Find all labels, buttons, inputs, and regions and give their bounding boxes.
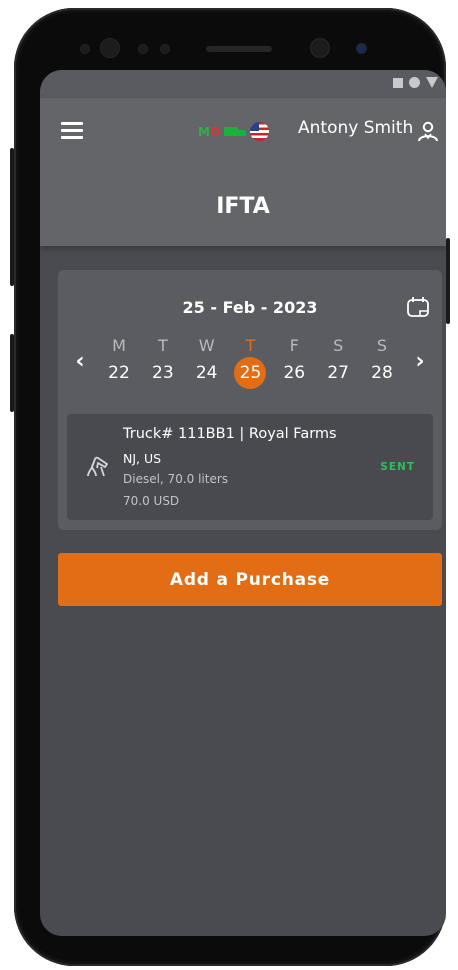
sensor-dot	[138, 44, 148, 54]
day-letter: T	[157, 336, 168, 355]
week-days: M 22 T 23 W 24 T 25 F 26 S 27 S 28	[103, 336, 398, 389]
day-number: 26	[283, 363, 306, 383]
day-letter: S	[376, 336, 388, 355]
day-number: 25	[234, 357, 267, 389]
phone-side-button-lower	[10, 334, 14, 412]
app-header: MD Antony Smith IFTA	[40, 98, 446, 246]
calendar-icon[interactable]	[406, 296, 430, 318]
front-camera	[100, 38, 120, 58]
phone-frame: MD Antony Smith IFTA 25 - Feb - 2023 ‹ ›	[10, 8, 450, 966]
status-badge: SENT	[380, 461, 415, 473]
phone-power-button	[446, 238, 450, 324]
day-mon[interactable]: M 22	[103, 336, 135, 389]
user-profile-icon[interactable]	[416, 120, 440, 144]
day-letter: W	[198, 336, 215, 355]
us-flag-icon	[249, 122, 269, 141]
day-sun[interactable]: S 28	[366, 336, 398, 389]
app-screen: MD Antony Smith IFTA 25 - Feb - 2023 ‹ ›	[40, 70, 446, 936]
day-letter: S	[333, 336, 344, 355]
day-tue[interactable]: T 23	[147, 336, 179, 389]
add-purchase-button[interactable]: Add a Purchase	[58, 553, 442, 606]
phone-earpiece-bar	[14, 32, 446, 68]
day-letter: T	[245, 336, 256, 355]
page-title: IFTA	[216, 194, 270, 219]
chevron-right-icon[interactable]: ›	[410, 350, 430, 374]
day-fri[interactable]: F 26	[278, 336, 310, 389]
sensor-dot	[160, 44, 170, 54]
selected-date-title: 25 - Feb - 2023	[182, 298, 318, 317]
phone-side-button-upper	[10, 148, 14, 286]
stop-square-icon	[393, 77, 403, 88]
day-thu-selected[interactable]: T 25	[234, 336, 267, 389]
truck-icon	[223, 126, 246, 138]
entry-title: Truck# 111BB1 | Royal Farms	[123, 426, 337, 442]
purchase-entry[interactable]: Truck# 111BB1 | Royal Farms NJ, US Diese…	[67, 414, 433, 520]
day-number: 22	[108, 363, 130, 383]
status-badges: MD	[198, 122, 269, 141]
iris-scanner	[310, 38, 330, 58]
day-wed[interactable]: W 24	[191, 336, 223, 389]
earpiece-speaker	[206, 46, 272, 52]
fuel-nozzle-icon	[87, 456, 108, 477]
sensor-dot	[356, 43, 367, 54]
menu-icon[interactable]	[61, 122, 83, 140]
status-bar	[40, 70, 446, 98]
md-badge: MD	[198, 124, 220, 139]
entry-fuel: Diesel, 70.0 liters	[123, 472, 229, 486]
signal-triangle-icon	[426, 77, 438, 88]
record-circle-icon	[409, 77, 420, 88]
user-name: Antony Smith	[298, 118, 414, 138]
day-sat[interactable]: S 27	[322, 336, 354, 389]
day-number: 27	[327, 363, 349, 383]
day-number: 23	[152, 363, 174, 383]
calendar-card: 25 - Feb - 2023 ‹ › M 22 T 23 W 24 T 25 …	[58, 270, 442, 530]
entry-location: NJ, US	[123, 451, 162, 466]
status-icons	[393, 77, 438, 88]
day-number: 24	[195, 363, 218, 383]
sensor-dot	[80, 44, 90, 54]
chevron-left-icon[interactable]: ‹	[70, 350, 90, 374]
entry-amount: 70.0 USD	[123, 494, 180, 508]
day-letter: M	[112, 336, 126, 355]
day-number: 28	[371, 363, 393, 383]
day-letter: F	[289, 336, 299, 355]
